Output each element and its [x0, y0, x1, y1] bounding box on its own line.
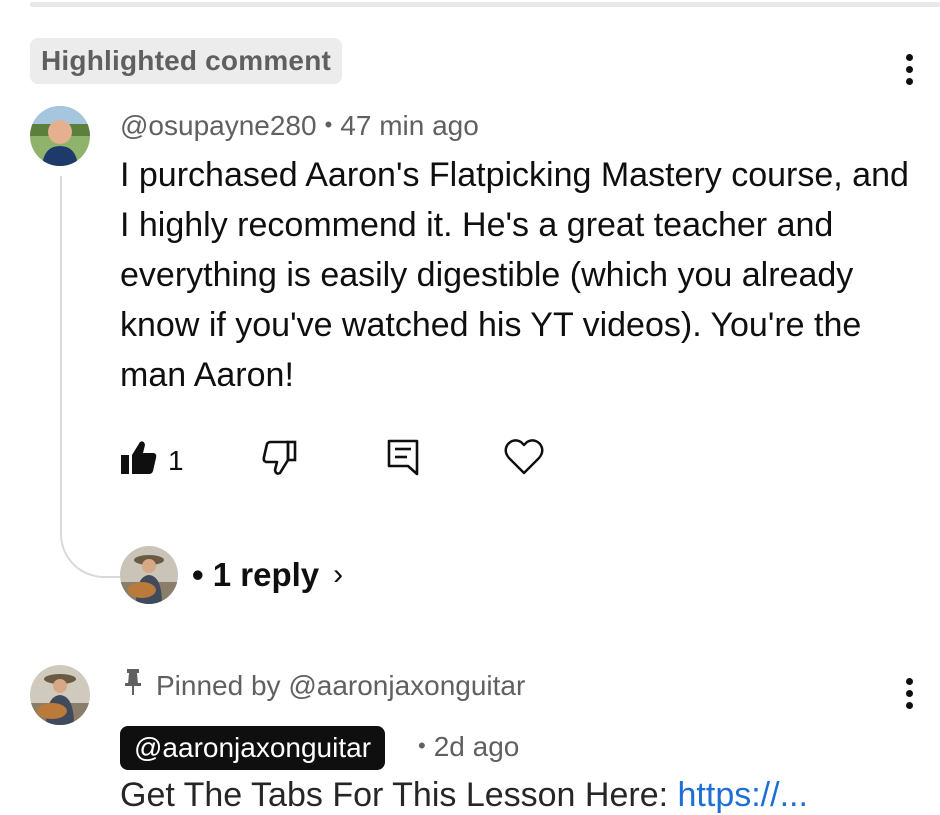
- comment-time[interactable]: • 2d ago: [418, 731, 519, 763]
- avatar[interactable]: [30, 106, 90, 166]
- view-replies-button[interactable]: • 1 reply ›: [192, 556, 343, 594]
- pinned-comment-text: Get The Tabs For This Lesson Here: https…: [120, 776, 808, 815]
- comment-time[interactable]: 47 min ago: [340, 110, 479, 141]
- pinned-time: 2d ago: [433, 731, 520, 762]
- pinned-link[interactable]: https://...: [678, 776, 808, 814]
- pinned-body-preview: Get The Tabs For This Lesson Here:: [120, 776, 669, 814]
- pinned-indicator: Pinned by @aaronjaxonguitar: [124, 668, 525, 703]
- thumbs-down-outline-icon: [260, 440, 298, 481]
- more-vertical-icon[interactable]: [903, 678, 915, 714]
- pinned-label: Pinned by @aaronjaxonguitar: [156, 669, 526, 701]
- comment-author[interactable]: @osupayne280: [120, 110, 317, 141]
- reply-button[interactable]: [386, 438, 420, 481]
- channel-author-badge[interactable]: @aaronjaxonguitar: [120, 726, 386, 770]
- comment-text: I purchased Aaron's Flatpicking Mastery …: [120, 156, 909, 394]
- heart-button[interactable]: [504, 438, 544, 481]
- avatar[interactable]: [30, 665, 90, 725]
- like-count: 1: [168, 444, 184, 476]
- reply-comment-icon: [386, 438, 420, 481]
- like-button[interactable]: 1: [120, 440, 184, 481]
- top-divider: [30, 2, 940, 7]
- more-vertical-icon[interactable]: [903, 54, 915, 90]
- highlighted-comment-badge: Highlighted comment: [30, 38, 343, 84]
- reply-avatar[interactable]: [120, 546, 178, 604]
- thread-line: [60, 176, 120, 578]
- comment-meta: @osupayne280 • 47 min ago: [120, 110, 479, 142]
- dislike-button[interactable]: [260, 440, 298, 481]
- meta-separator: •: [418, 733, 426, 758]
- pin-icon: [124, 668, 142, 703]
- thumbs-up-filled-icon: [120, 440, 158, 481]
- heart-outline-icon: [504, 438, 544, 481]
- chevron-right-icon: ›: [333, 558, 344, 591]
- meta-separator: •: [324, 112, 333, 137]
- replies-label: • 1 reply: [192, 556, 320, 593]
